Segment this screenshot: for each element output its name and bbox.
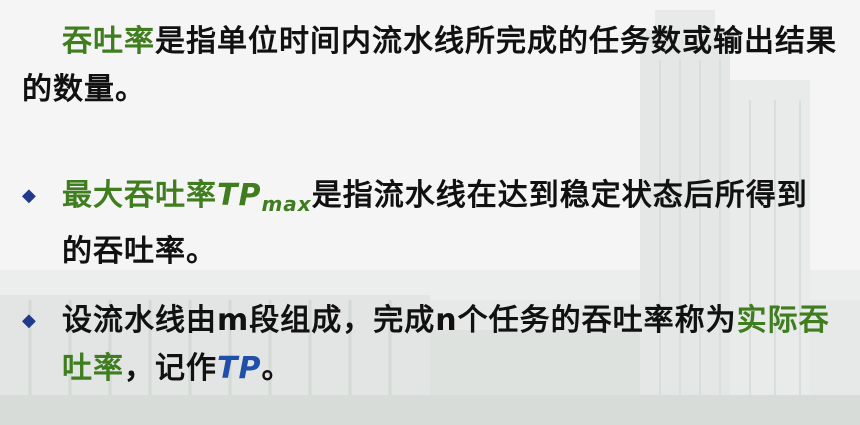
subscript-max: max (261, 192, 312, 216)
bullet-diamond-icon: ◆ (22, 185, 36, 206)
symbol-tp: TP (217, 178, 262, 213)
actual-throughput-text: 设流水线由m段组成，完成n个任务的吞吐率称为 (62, 303, 737, 338)
slide-content: 吞吐率是指单位时间内流水线所完成的任务数或输出结果的数量。 ◆ 最大吞吐率TPm… (0, 0, 860, 425)
actual-throughput-paragraph: 设流水线由m段组成，完成n个任务的吞吐率称为实际吞吐率，记作TP。 (62, 297, 832, 393)
term-max-throughput: 最大吞吐率 (62, 178, 217, 213)
max-throughput-paragraph: 最大吞吐率TPmax是指流水线在达到稳定状态后所得到的吞吐率。 (62, 172, 832, 276)
term-throughput: 吞吐率 (62, 24, 155, 59)
throughput-definition-paragraph: 吞吐率是指单位时间内流水线所完成的任务数或输出结果的数量。 (22, 18, 842, 114)
bullet-diamond-icon: ◆ (22, 310, 36, 331)
symbol-tp-actual: TP (217, 351, 262, 386)
period-text: 。 (261, 351, 293, 386)
notation-text: ，记作 (124, 351, 217, 386)
